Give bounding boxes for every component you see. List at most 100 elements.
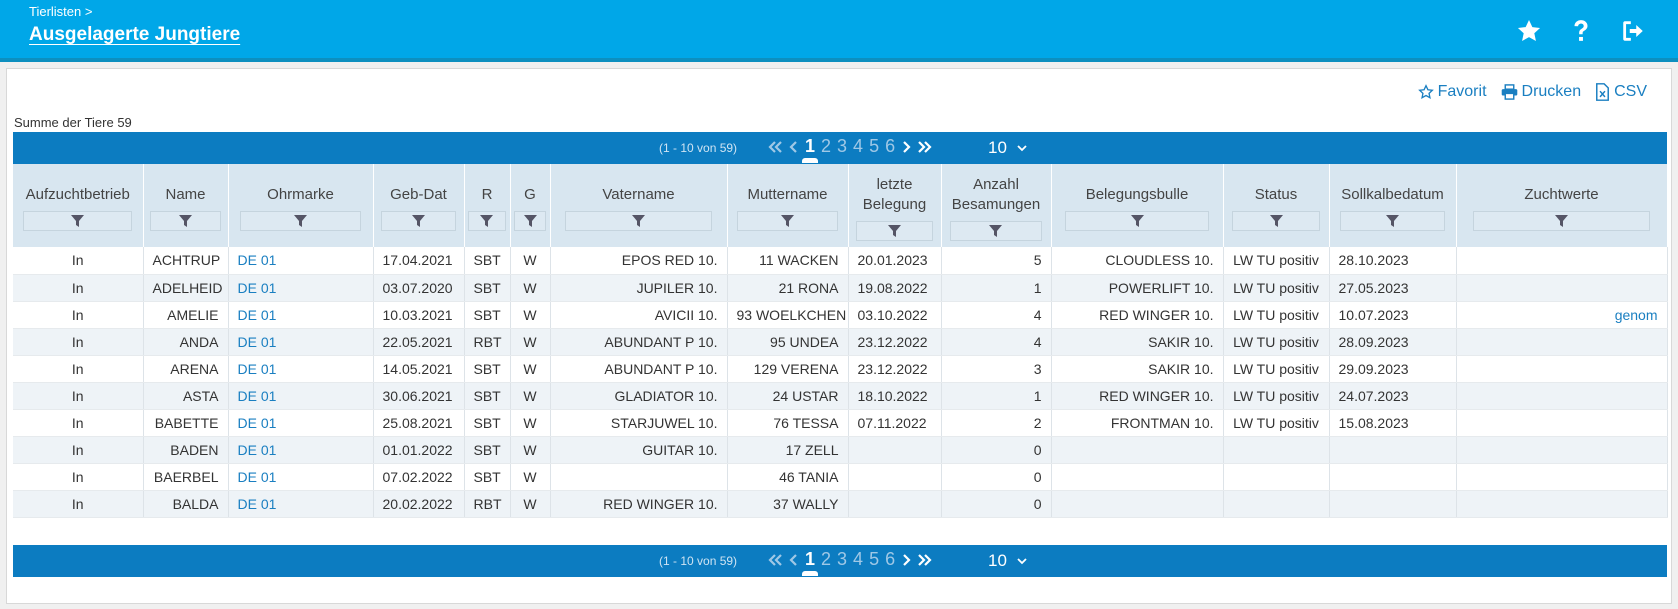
column-header[interactable]: Aufzuchtbetrieb: [13, 164, 144, 247]
cell-betrieb: In: [13, 328, 144, 356]
column-header[interactable]: Ohrmarke: [228, 164, 374, 247]
cell-mutter: 76 TESSA: [727, 409, 849, 437]
cell-ohrmarke[interactable]: DE 01: [228, 436, 374, 464]
csv-button[interactable]: CSV: [1595, 83, 1647, 101]
page-2[interactable]: 2: [821, 136, 831, 157]
column-filter[interactable]: [150, 210, 221, 231]
table-row[interactable]: In ADELHEID DE 01 03.07.2020 SBT W JUPILER 10.…: [13, 274, 1668, 302]
page-1[interactable]: 1: [801, 136, 819, 163]
star-icon[interactable]: [1514, 16, 1544, 46]
column-header[interactable]: letzte Belegung: [848, 164, 942, 247]
cell-zw[interactable]: [1456, 382, 1668, 410]
filter-icon: [412, 214, 425, 227]
page-3[interactable]: 3: [837, 549, 847, 570]
next-page-icon[interactable]: [901, 140, 911, 154]
column-header[interactable]: Name: [143, 164, 229, 247]
cell-name: BADEN: [143, 436, 229, 464]
cell-soll: 15.08.2023: [1329, 409, 1457, 437]
column-header[interactable]: Sollkalbedatum: [1329, 164, 1457, 247]
page-6[interactable]: 6: [885, 549, 895, 570]
column-filter[interactable]: [23, 210, 133, 231]
table-row[interactable]: In ANDA DE 01 22.05.2021 RBT W ABUNDANT P 10. 9…: [13, 328, 1668, 356]
page-4[interactable]: 4: [853, 136, 863, 157]
page-5[interactable]: 5: [869, 549, 879, 570]
column-filter[interactable]: [468, 210, 506, 231]
cell-zw[interactable]: [1456, 355, 1668, 383]
cell-ohrmarke[interactable]: DE 01: [228, 274, 374, 302]
cell-ohrmarke[interactable]: DE 01: [228, 355, 374, 383]
cell-zw[interactable]: [1456, 247, 1668, 275]
cell-ohrmarke[interactable]: DE 01: [228, 247, 374, 275]
page-3[interactable]: 3: [837, 136, 847, 157]
table-row[interactable]: In ARENA DE 01 14.05.2021 SBT W ABUNDANT P 10.…: [13, 355, 1668, 383]
breadcrumb[interactable]: Tierlisten >: [29, 4, 92, 19]
help-icon[interactable]: [1566, 16, 1596, 46]
animal-table: Aufzuchtbetrieb Name Ohrmarke Geb-Dat R G Vate…: [13, 164, 1668, 518]
logout-icon[interactable]: [1618, 16, 1648, 46]
cell-ohrmarke[interactable]: DE 01: [228, 301, 374, 329]
page-6[interactable]: 6: [885, 136, 895, 157]
column-header[interactable]: Zuchtwerte: [1456, 164, 1668, 247]
page-5[interactable]: 5: [869, 136, 879, 157]
column-header[interactable]: G: [510, 164, 551, 247]
column-header[interactable]: Vatername: [550, 164, 728, 247]
first-page-icon[interactable]: [767, 140, 783, 154]
cell-ohrmarke[interactable]: DE 01: [228, 409, 374, 437]
page-4[interactable]: 4: [853, 549, 863, 570]
cell-anzahl: 0: [941, 463, 1052, 491]
column-filter[interactable]: [564, 210, 713, 231]
page-size-select-bottom[interactable]: 10: [988, 551, 1027, 571]
next-page-icon[interactable]: [901, 553, 911, 567]
column-header[interactable]: Anzahl Besamungen: [941, 164, 1052, 247]
cell-betrieb: In: [13, 301, 144, 329]
column-filter[interactable]: [855, 220, 934, 241]
column-filter[interactable]: [1065, 210, 1209, 231]
cell-ohrmarke[interactable]: DE 01: [228, 463, 374, 491]
column-filter[interactable]: [737, 210, 838, 231]
cell-zw[interactable]: [1456, 490, 1668, 518]
prev-page-icon[interactable]: [789, 553, 799, 567]
column-header[interactable]: Muttername: [727, 164, 849, 247]
cell-ohrmarke[interactable]: DE 01: [228, 382, 374, 410]
drucken-button[interactable]: Drucken: [1501, 83, 1581, 101]
first-page-icon[interactable]: [767, 553, 783, 567]
table-row[interactable]: In BALDA DE 01 20.02.2022 RBT W RED WINGER 10.…: [13, 490, 1668, 518]
table-row[interactable]: In ACHTRUP DE 01 17.04.2021 SBT W EPOS RED 10.…: [13, 247, 1668, 275]
favorit-button[interactable]: Favorit: [1417, 83, 1487, 101]
cell-r: SBT: [464, 436, 511, 464]
table-row[interactable]: In BABETTE DE 01 25.08.2021 SBT W STARJUWEL 10…: [13, 409, 1668, 437]
table-row[interactable]: In BAERBEL DE 01 07.02.2022 SBT W 46 TANIA 0: [13, 463, 1668, 491]
column-filter[interactable]: [240, 210, 361, 231]
column-header[interactable]: R: [464, 164, 511, 247]
chevron-down-icon: [1017, 144, 1027, 151]
cell-zw[interactable]: [1456, 328, 1668, 356]
prev-page-icon[interactable]: [789, 140, 799, 154]
column-header[interactable]: Status: [1223, 164, 1330, 247]
cell-ohrmarke[interactable]: DE 01: [228, 490, 374, 518]
column-filter[interactable]: [1231, 210, 1321, 231]
cell-zw[interactable]: [1456, 463, 1668, 491]
cell-ohrmarke[interactable]: DE 01: [228, 328, 374, 356]
table-row[interactable]: In BADEN DE 01 01.01.2022 SBT W GUITAR 10. 17 Z…: [13, 436, 1668, 464]
cell-zw[interactable]: [1456, 274, 1668, 302]
table-row[interactable]: In ASTA DE 01 30.06.2021 SBT W GLADIATOR 10. 24…: [13, 382, 1668, 410]
page-2[interactable]: 2: [821, 549, 831, 570]
cell-vater: ABUNDANT P 10.: [550, 355, 728, 383]
column-filter[interactable]: [950, 220, 1042, 241]
last-page-icon[interactable]: [917, 140, 933, 154]
cell-zw[interactable]: [1456, 436, 1668, 464]
last-page-icon[interactable]: [917, 553, 933, 567]
page-title[interactable]: Ausgelagerte Jungtiere: [29, 24, 240, 46]
column-filter[interactable]: [513, 210, 547, 231]
column-header[interactable]: Geb-Dat: [373, 164, 465, 247]
column-header[interactable]: Belegungsbulle: [1051, 164, 1224, 247]
cell-zw[interactable]: genom: [1456, 301, 1668, 329]
column-filter[interactable]: [380, 210, 457, 231]
page-1[interactable]: 1: [801, 549, 819, 576]
table-row[interactable]: In AMELIE DE 01 10.03.2021 SBT W AVICII 10. 93 …: [13, 301, 1668, 329]
column-filter[interactable]: [1473, 210, 1650, 231]
cell-status: [1223, 490, 1330, 518]
cell-zw[interactable]: [1456, 409, 1668, 437]
page-size-select[interactable]: 10: [988, 138, 1027, 158]
column-filter[interactable]: [1339, 210, 1446, 231]
